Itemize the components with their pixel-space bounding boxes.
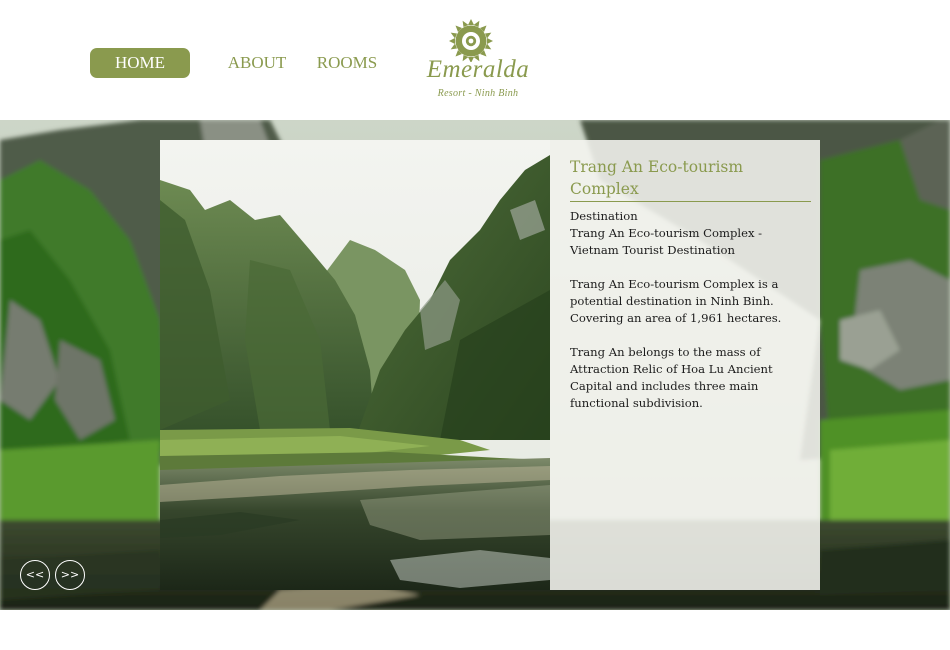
text-line: Trang An Eco-tourism Complex is a [570, 277, 779, 291]
nav-home-button[interactable]: HOME [90, 48, 190, 78]
nav-rooms-link[interactable]: ROOMS [310, 48, 384, 78]
text-line: functional subdivision. [570, 396, 703, 410]
hero-banner: Trang An Eco-tourism Complex Destination… [0, 120, 950, 610]
next-slide-button[interactable]: >> [55, 560, 85, 590]
text-line: Destination [570, 209, 638, 223]
logo[interactable]: Emeralda Resort - Ninh Binh [420, 16, 536, 106]
logo-subtitle: Resort - Ninh Binh [437, 88, 519, 99]
text-line: Covering an area of 1,961 hectares. [570, 311, 782, 325]
logo-name: Emeralda [426, 56, 530, 83]
slide-photo [160, 140, 550, 590]
text-line: Attraction Relic of Hoa Lu Ancient [570, 362, 773, 376]
river-karst-mountains-photo [160, 140, 550, 590]
page-footer [0, 610, 950, 650]
site-header: HOME ABOUT ROOMS Emeralda Resort - Ninh … [0, 0, 950, 120]
previous-slide-button[interactable]: << [20, 560, 50, 590]
slide-info-panel: Trang An Eco-tourism Complex Destination… [550, 140, 820, 590]
slide-description: Destination Trang An Eco-tourism Complex… [570, 208, 811, 412]
text-line: Vietnam Tourist Destination [570, 243, 735, 257]
text-line: Trang An belongs to the mass of [570, 345, 761, 359]
text-line: potential destination in Ninh Binh. [570, 294, 774, 308]
text-line: Capital and includes three main [570, 379, 759, 393]
text-line: Trang An Eco-tourism Complex - [570, 226, 763, 240]
nav-about-link[interactable]: ABOUT [220, 48, 294, 78]
slide-title: Trang An Eco-tourism Complex [570, 156, 811, 202]
